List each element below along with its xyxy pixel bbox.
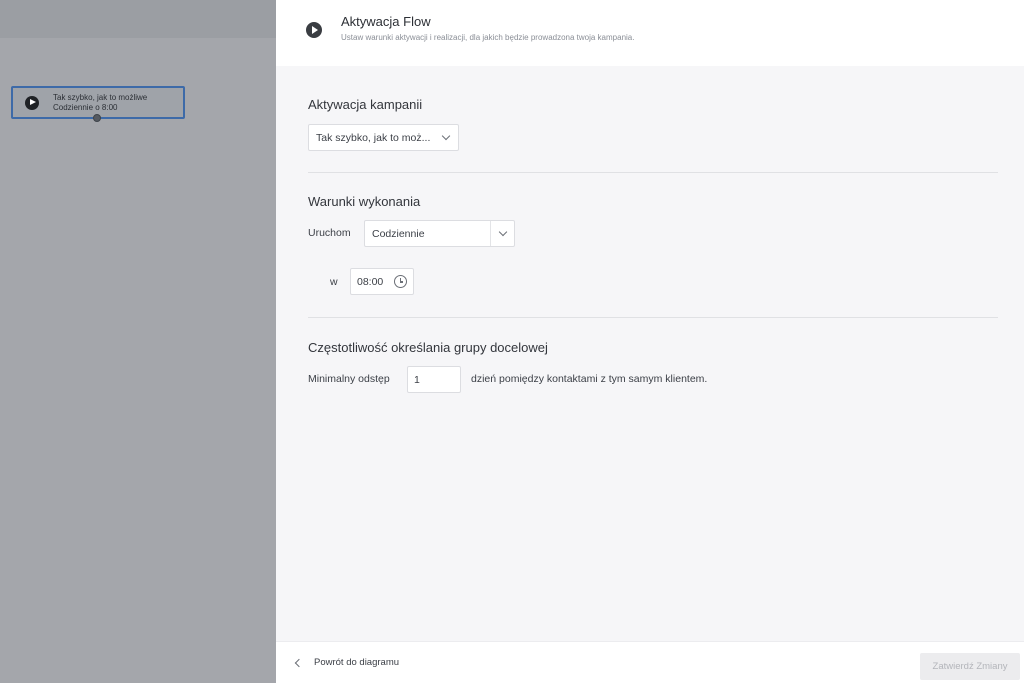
- node-connector-handle[interactable]: [93, 114, 101, 122]
- divider: [308, 172, 998, 173]
- node-text: Tak szybko, jak to możliwe Codziennie o …: [53, 93, 147, 113]
- back-to-diagram-link[interactable]: Powrót do diagramu: [294, 657, 400, 668]
- min-interval-label: Minimalny odstęp: [308, 373, 390, 385]
- at-label: w: [330, 276, 338, 288]
- back-label: Powrót do diagramu: [314, 657, 400, 668]
- panel-header: Aktywacja Flow Ustaw warunki aktywacji i…: [276, 0, 1024, 66]
- min-interval-suffix: dzień pomiędzy kontaktami z tym samym kl…: [471, 373, 708, 385]
- canvas-toolbar: [0, 0, 276, 38]
- chevron-down-icon: [490, 221, 514, 246]
- activation-select[interactable]: Tak szybko, jak to moż...: [308, 124, 459, 151]
- chevron-left-icon: [294, 658, 304, 667]
- confirm-changes-button[interactable]: Zatwierdź Zmiany: [920, 653, 1020, 680]
- node-line-2: Codziennie o 8:00: [53, 102, 118, 112]
- clock-icon[interactable]: [394, 275, 407, 288]
- frequency-heading: Częstotliwość określania grupy docelowej: [308, 340, 548, 355]
- panel-title: Aktywacja Flow: [341, 14, 431, 29]
- conditions-heading: Warunki wykonania: [308, 194, 421, 209]
- time-value: 08:00: [357, 275, 384, 288]
- play-icon: [306, 22, 322, 38]
- activation-select-value: Tak szybko, jak to moż...: [316, 131, 431, 144]
- divider: [308, 317, 998, 318]
- panel-footer: Powrót do diagramu Zatwierdź Zmiany: [276, 641, 1024, 683]
- run-label: Uruchom: [308, 227, 351, 239]
- settings-panel: Aktywacja Flow Ustaw warunki aktywacji i…: [276, 0, 1024, 683]
- activation-heading: Aktywacja kampanii: [308, 97, 423, 112]
- play-icon: [25, 95, 39, 110]
- min-interval-input[interactable]: 1: [407, 366, 461, 393]
- diagram-canvas[interactable]: Tak szybko, jak to możliwe Codziennie o …: [0, 0, 276, 683]
- node-line-1: Tak szybko, jak to możliwe: [53, 92, 148, 102]
- panel-subtitle: Ustaw warunki aktywacji i realizacji, dl…: [341, 33, 635, 42]
- time-input[interactable]: 08:00: [350, 268, 414, 295]
- run-frequency-value: Codziennie: [372, 227, 425, 240]
- run-frequency-select[interactable]: Codziennie: [364, 220, 515, 247]
- chevron-down-icon: [434, 125, 458, 150]
